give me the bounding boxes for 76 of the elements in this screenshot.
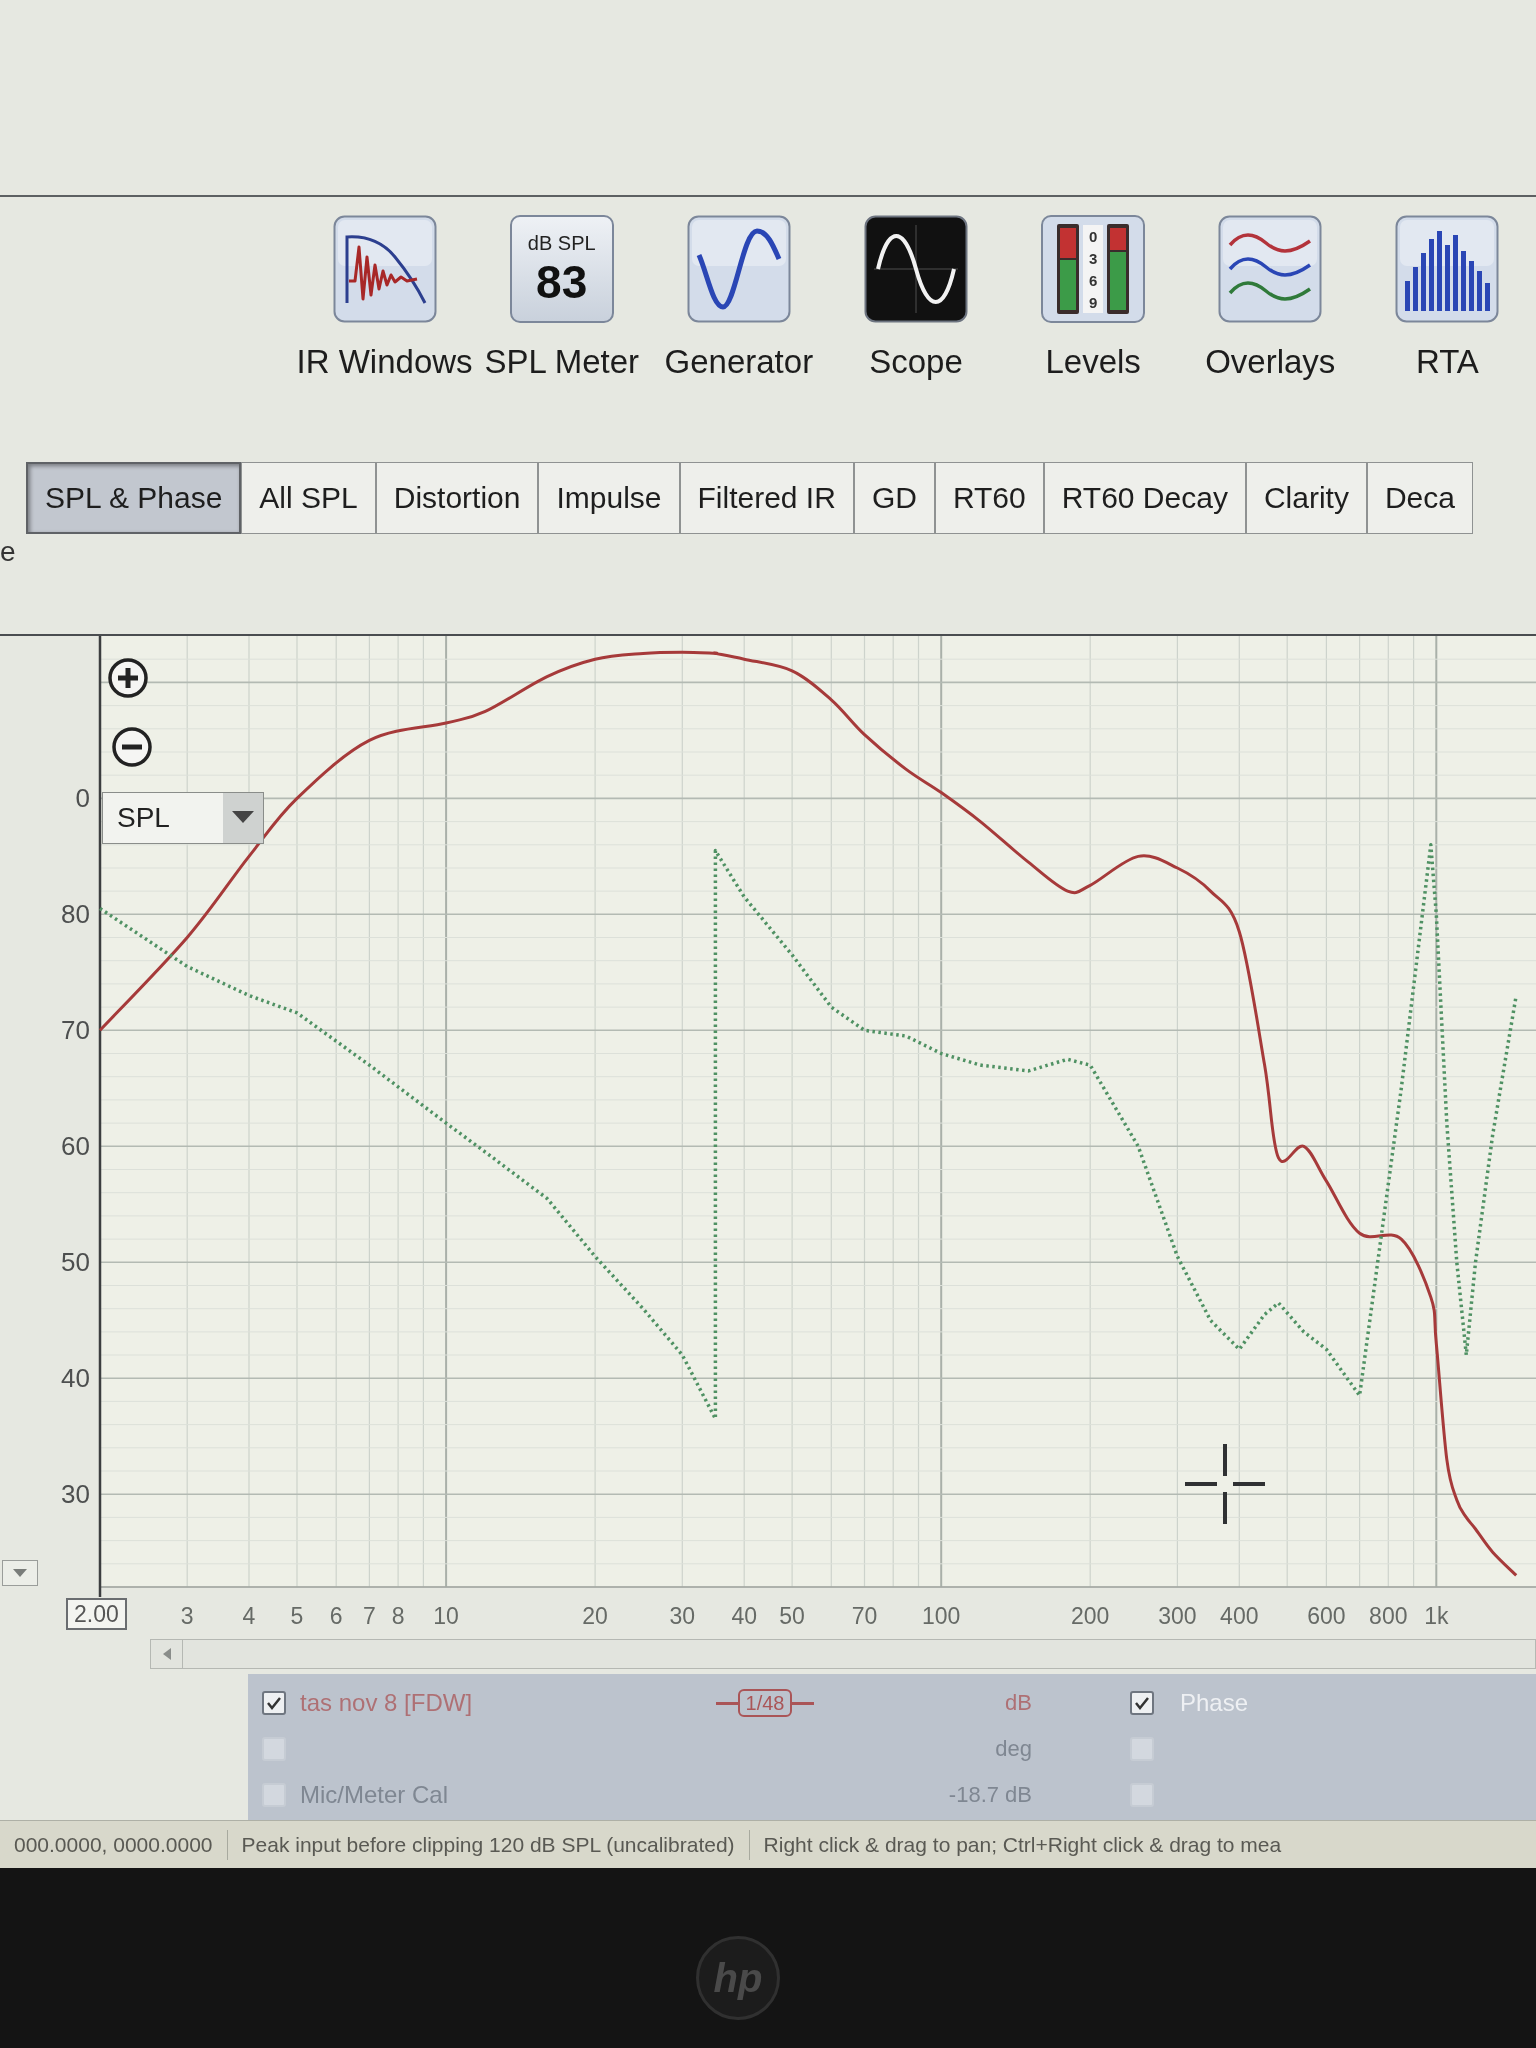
tab[interactable]: Filtered IR bbox=[679, 462, 854, 534]
trace-label: tas nov 8 [FDW] bbox=[300, 1691, 473, 1715]
meter-reading: 83 bbox=[536, 259, 588, 305]
side-label: e bbox=[0, 536, 16, 567]
caret-icon bbox=[13, 1569, 27, 1577]
checkmark-icon bbox=[266, 1696, 282, 1710]
axis-tick-label: 20 bbox=[582, 1603, 608, 1629]
toolbar-button[interactable]: IR Windows bbox=[296, 215, 474, 378]
tab[interactable]: Clarity bbox=[1245, 462, 1367, 534]
smoothing-indicator: 1/48 bbox=[715, 1689, 815, 1717]
axis-tick-label: 200 bbox=[1071, 1603, 1110, 1629]
meter-scale-label: 3 bbox=[1088, 250, 1098, 266]
axis-tick-label: 30 bbox=[61, 1479, 90, 1510]
toolbar-button[interactable]: Scope bbox=[827, 215, 1005, 378]
axis-tick-label: 8 bbox=[391, 1603, 405, 1629]
axis-tick-label: 1k bbox=[1424, 1603, 1449, 1629]
axis-tick-label: 4 bbox=[242, 1603, 256, 1629]
checkbox[interactable] bbox=[1130, 1691, 1154, 1715]
axis-tick-label: 10 bbox=[433, 1603, 459, 1629]
meter-bar-icon bbox=[1057, 224, 1080, 314]
toolbar-button[interactable]: RTA bbox=[1358, 215, 1536, 378]
reading-text: dB bbox=[1005, 1692, 1032, 1714]
axis-tick-label: 5 bbox=[290, 1603, 304, 1629]
axis-tick-label: 3 bbox=[180, 1603, 194, 1629]
toolbar-button[interactable]: dB SPL 83 SPL Meter bbox=[473, 215, 651, 378]
axis-tick-label: 80 bbox=[61, 899, 90, 930]
tab[interactable]: Distortion bbox=[375, 462, 539, 534]
reading-text: deg bbox=[995, 1738, 1032, 1760]
tab[interactable]: GD bbox=[853, 462, 935, 534]
dropdown-button[interactable] bbox=[2, 1560, 38, 1586]
sine-wave-icon bbox=[686, 215, 791, 323]
axis-tick-label: 50 bbox=[61, 1247, 90, 1278]
impulse-response-icon bbox=[332, 215, 437, 323]
meter-scale-label: 6 bbox=[1088, 272, 1098, 288]
axis-tick-label: 7 bbox=[363, 1603, 376, 1629]
tab[interactable]: All SPL bbox=[241, 462, 376, 534]
axis-tick-label: 800 bbox=[1369, 1603, 1408, 1629]
axis-tick-label: 30 bbox=[669, 1603, 696, 1629]
axis-label-fragment: 0 bbox=[75, 783, 90, 814]
axis-tick-label: 600 bbox=[1307, 1603, 1346, 1629]
bar-graph-icon bbox=[1395, 215, 1500, 323]
checkmark-icon bbox=[1134, 1696, 1150, 1710]
overlaid-waves-icon bbox=[1218, 215, 1323, 323]
axis-tick-label: 40 bbox=[731, 1603, 757, 1629]
axis-tick-label: 70 bbox=[851, 1603, 878, 1629]
crosshair-cursor-icon bbox=[1185, 1444, 1265, 1524]
checkbox[interactable] bbox=[262, 1691, 286, 1715]
toolbar-button[interactable]: Generator bbox=[650, 215, 828, 378]
toolbar-button[interactable]: Overlays bbox=[1181, 215, 1359, 378]
caret-left-icon bbox=[162, 1648, 171, 1660]
axis-tick-label: 60 bbox=[61, 1131, 90, 1162]
tab[interactable]: RT60 bbox=[934, 462, 1044, 534]
axis-tick-label: 400 bbox=[1220, 1603, 1259, 1629]
trace-label: Mic/Meter Cal bbox=[300, 1783, 449, 1807]
meter-bar-icon bbox=[1107, 224, 1130, 314]
meter-unit-label: dB SPL bbox=[527, 233, 596, 253]
axis-tick-label: 50 bbox=[779, 1603, 805, 1629]
meter-scale-label: 9 bbox=[1088, 294, 1098, 310]
status-text: Right click & drag to pan; Ctrl+Right click & drag to mea bbox=[762, 1831, 1283, 1858]
axis-tick-label: 40 bbox=[61, 1363, 90, 1394]
tab[interactable]: Impulse bbox=[538, 462, 680, 534]
status-text: Peak input before clipping 120 dB SPL (uncalibrated) bbox=[227, 1829, 750, 1860]
axis-tick-label: 100 bbox=[922, 1603, 961, 1629]
oscilloscope-icon bbox=[864, 215, 968, 323]
status-text: 000.0000, 0000.0000 bbox=[0, 1829, 228, 1860]
tab[interactable]: Deca bbox=[1366, 462, 1473, 534]
tab[interactable]: SPL & Phase bbox=[26, 462, 242, 534]
range-start-field[interactable]: 2.00 bbox=[66, 1598, 127, 1630]
toolbar-button[interactable]: 0 3 6 9 Levels bbox=[1004, 215, 1182, 378]
axis-tick-label: 300 bbox=[1158, 1603, 1197, 1629]
meter-scale-label: 0 bbox=[1088, 228, 1098, 244]
reading-text: -18.7 dB bbox=[948, 1784, 1032, 1806]
axis-tick-label: 6 bbox=[329, 1603, 343, 1629]
tab[interactable]: RT60 Decay bbox=[1043, 462, 1246, 534]
view-select-dropdown[interactable]: SPL bbox=[102, 792, 264, 844]
axis-tick-label: 70 bbox=[61, 1015, 90, 1046]
